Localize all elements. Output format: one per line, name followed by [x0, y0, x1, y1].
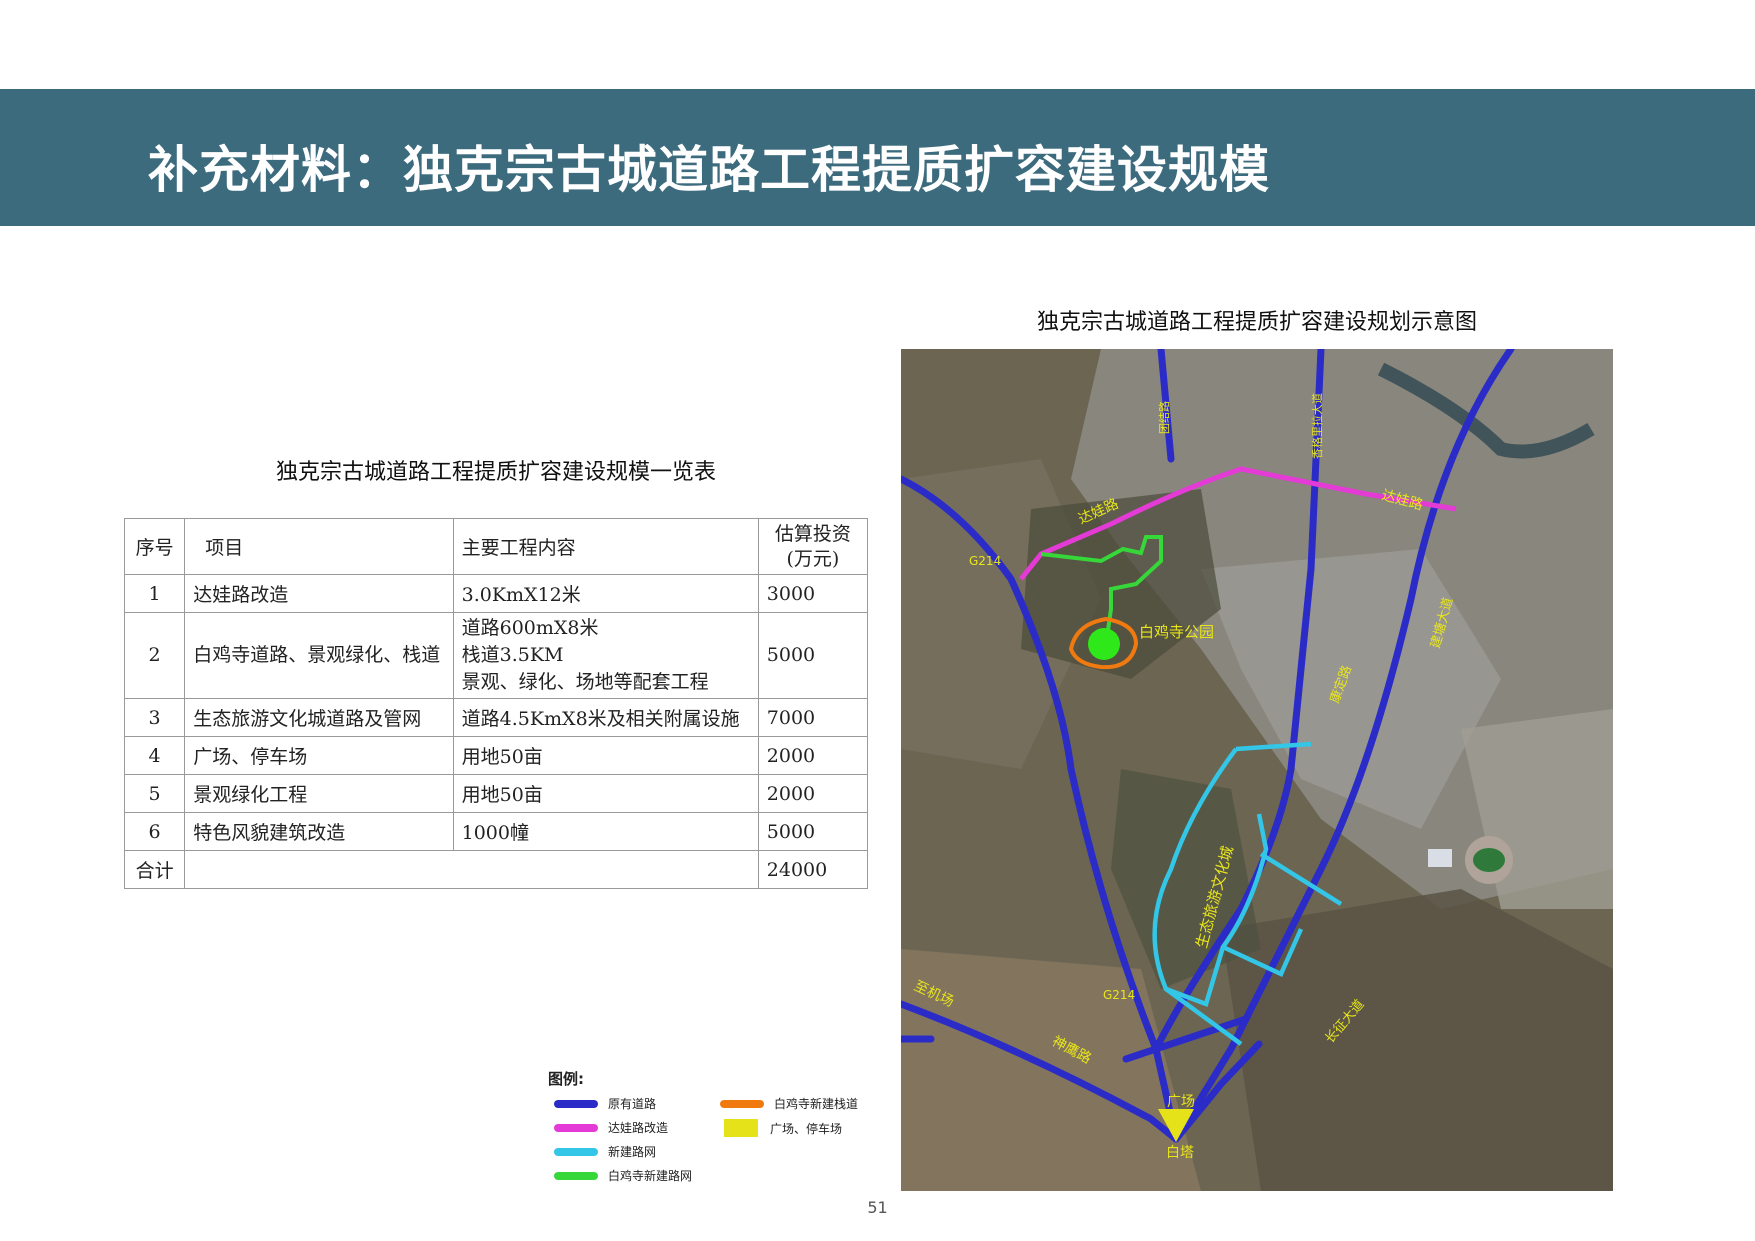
legend-item-dawa-road: 达娃路改造	[554, 1119, 668, 1136]
legend-swatch	[554, 1123, 598, 1132]
table-row: 6 特色风貌建筑改造 1000幢 5000	[123, 812, 869, 851]
page-title: 补充材料：独克宗古城道路工程提质扩容建设规模	[148, 140, 1270, 199]
baiji-park-marker	[1088, 628, 1120, 660]
header-item: 项目	[184, 518, 454, 575]
legend-swatch	[554, 1147, 598, 1156]
page-number: 51	[867, 1198, 888, 1217]
map-label-road-b: 香格里拉大道	[1310, 393, 1324, 459]
map-label-baiji-park: 白鸡寺公园	[1139, 623, 1214, 641]
map-title: 独克宗古城道路工程提质扩容建设规划示意图	[1036, 310, 1477, 335]
legend-item-boardwalk: 白鸡寺新建栈道	[720, 1095, 858, 1112]
scale-table: 序号 项目 主要工程内容 估算投资 (万元) 1 达娃路改造 3.0KmX12米 …	[123, 518, 869, 889]
map-label-road-a: 团结路	[1158, 401, 1171, 434]
legend-item-new-road: 新建路网	[554, 1143, 656, 1160]
table-row: 4 广场、停车场 用地50亩 2000	[123, 736, 869, 775]
legend-swatch	[554, 1171, 598, 1180]
map-label-g214-upper: G214	[969, 554, 1001, 568]
header-content: 主要工程内容	[452, 518, 759, 575]
map-label-g214-lower: G214	[1103, 988, 1135, 1002]
legend-item-square: 广场、停车场	[720, 1119, 842, 1137]
map-legend: 图例: 原有道路 达娃路改造 新建路网 白鸡寺新建路网 白鸡寺新建栈道 广场、停…	[548, 1068, 908, 1198]
map-label-baita: 白塔	[1166, 1145, 1194, 1161]
legend-item-baiji-road: 白鸡寺新建路网	[554, 1167, 692, 1184]
plan-map: 达娃路 达娃路 G214 G214 白鸡寺公园 生态旅游文化城 至机场 神鹰路 …	[901, 349, 1613, 1191]
header-invest: 估算投资 (万元)	[757, 518, 869, 575]
table-total-row: 合计 24000	[123, 850, 869, 889]
legend-swatch	[554, 1099, 598, 1108]
table-row: 2 白鸡寺道路、景观绿化、栈道 道路600mX8米 栈道3.5KM 景观、绿化、场地…	[123, 612, 869, 699]
legend-title: 图例:	[548, 1070, 584, 1088]
map-label-square: 广场	[1167, 1094, 1195, 1110]
table-row: 1 达娃路改造 3.0KmX12米 3000	[123, 574, 869, 613]
legend-swatch	[720, 1099, 764, 1108]
legend-item-existing-road: 原有道路	[554, 1095, 656, 1112]
table-header-row: 序号 项目 主要工程内容 估算投资 (万元)	[123, 518, 869, 575]
legend-swatch	[724, 1119, 758, 1137]
header-no: 序号	[123, 518, 186, 575]
table-row: 3 生态旅游文化城道路及管网 道路4.5KmX8米及相关附属设施 7000	[123, 698, 869, 737]
table-row: 5 景观绿化工程 用地50亩 2000	[123, 774, 869, 813]
table-title: 独克宗古城道路工程提质扩容建设规模一览表	[275, 460, 716, 485]
